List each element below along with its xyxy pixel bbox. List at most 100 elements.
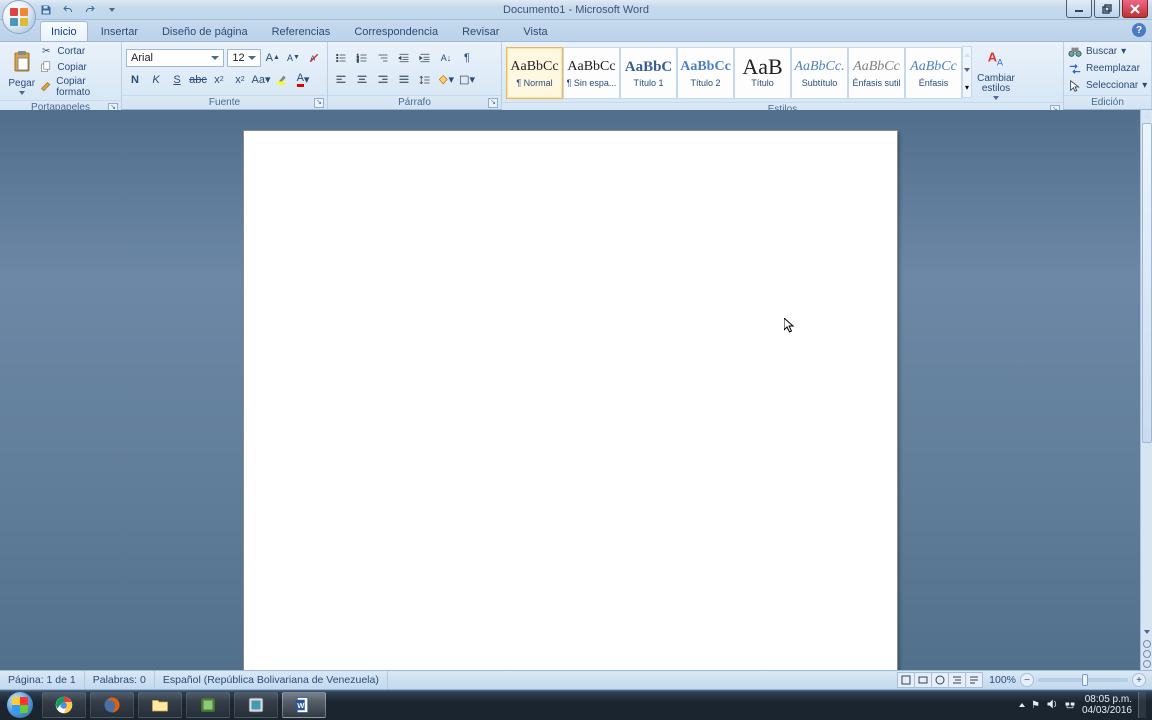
superscript-button[interactable]: x2 [231,71,249,89]
borders-button[interactable]: ▾ [458,71,476,89]
style-item-1[interactable]: AaBbCc¶ Sin espa... [563,47,620,99]
minimize-button[interactable] [1066,0,1092,18]
gallery-scroll[interactable]: ▾ [962,46,972,98]
paste-button[interactable]: Pegar [6,48,37,95]
show-marks-button[interactable]: ¶ [458,49,476,67]
strikethrough-button[interactable]: abc [189,71,207,89]
decrease-indent-button[interactable] [395,49,413,67]
scrollbar-thumb[interactable] [1142,123,1152,443]
find-button[interactable]: Buscar ▾ [1068,45,1147,59]
multilevel-list-button[interactable] [374,49,392,67]
align-right-button[interactable] [374,71,392,89]
maximize-button[interactable] [1094,0,1120,18]
format-painter-button[interactable]: Copiar formato [39,76,117,98]
change-styles-button[interactable]: AA Cambiar estilos [974,44,1018,100]
tab-correspondencia[interactable]: Correspondencia [343,21,449,41]
styles-gallery[interactable]: AaBbCc¶ NormalAaBbCc¶ Sin espa...AaBbCTí… [506,47,962,99]
zoom-slider-thumb[interactable] [1082,674,1088,686]
tray-flag-icon[interactable]: ⚑ [1031,700,1040,711]
copy-button[interactable]: Copiar [39,60,117,74]
align-center-button[interactable] [353,71,371,89]
help-icon[interactable]: ? [1132,23,1146,37]
prev-page-icon[interactable] [1143,640,1151,648]
sort-button[interactable]: A↓ [437,49,455,67]
change-case-button[interactable]: Aa▾ [252,71,270,89]
style-item-7[interactable]: AaBbCcÉnfasis [905,47,962,99]
view-draft-button[interactable] [965,672,983,688]
view-print-layout-button[interactable] [897,672,915,688]
font-size-combo[interactable]: 12 [227,49,261,67]
bullets-button[interactable] [332,49,350,67]
dialog-launcher-icon[interactable]: ↘ [314,98,324,108]
highlight-button[interactable] [273,71,291,89]
document-page[interactable] [243,130,898,690]
document-workspace [0,110,1152,670]
save-icon[interactable] [38,2,54,18]
status-words[interactable]: Palabras: 0 [85,671,155,689]
taskbar-chrome[interactable] [42,692,86,718]
style-item-3[interactable]: AaBbCcTítulo 2 [677,47,734,99]
style-item-2[interactable]: AaBbCTítulo 1 [620,47,677,99]
taskbar-word[interactable]: W [282,692,326,718]
replace-button[interactable]: Reemplazar [1068,62,1147,76]
svg-text:A: A [997,57,1004,67]
view-web-button[interactable] [931,672,949,688]
bold-button[interactable]: N [126,71,144,89]
tab-insertar[interactable]: Insertar [90,21,149,41]
view-fullscreen-button[interactable] [914,672,932,688]
browse-object-icon[interactable] [1143,650,1151,658]
numbering-button[interactable]: 123 [353,49,371,67]
font-color-button[interactable]: A▾ [294,71,312,89]
zoom-level[interactable]: 100% [989,674,1016,686]
office-button[interactable] [2,0,36,34]
shrink-font-button[interactable]: A▼ [285,49,303,67]
vertical-scrollbar[interactable] [1140,110,1152,670]
taskbar-app2[interactable] [234,692,278,718]
close-button[interactable] [1122,0,1148,18]
underline-button[interactable]: S [168,71,186,89]
show-desktop-button[interactable] [1138,692,1146,718]
status-page[interactable]: Página: 1 de 1 [0,671,85,689]
view-outline-button[interactable] [948,672,966,688]
increase-indent-button[interactable] [416,49,434,67]
align-left-button[interactable] [332,71,350,89]
grow-font-button[interactable]: A▲ [264,49,282,67]
cut-button[interactable]: ✂Cortar [39,44,117,58]
taskbar-app1[interactable] [186,692,230,718]
style-item-4[interactable]: AaBTítulo [734,47,791,99]
dialog-launcher-icon[interactable]: ↘ [488,98,498,108]
tray-volume-icon[interactable] [1046,698,1058,713]
redo-icon[interactable] [82,2,98,18]
tab-revisar[interactable]: Revisar [451,21,510,41]
style-item-0[interactable]: AaBbCc¶ Normal [506,47,563,99]
zoom-out-button[interactable]: − [1020,673,1034,687]
shading-button[interactable]: ▾ [437,71,455,89]
font-name-combo[interactable]: Arial [126,49,224,67]
tray-overflow-icon[interactable] [1019,703,1025,707]
select-button[interactable]: Seleccionar ▾ [1068,79,1147,93]
tab-diseno[interactable]: Diseño de página [151,21,259,41]
scroll-up-icon[interactable] [1141,110,1152,122]
undo-icon[interactable] [60,2,76,18]
next-page-icon[interactable] [1143,660,1151,668]
line-spacing-button[interactable] [416,71,434,89]
tab-vista[interactable]: Vista [512,21,558,41]
tab-referencias[interactable]: Referencias [261,21,342,41]
start-button[interactable] [0,690,40,720]
clear-formatting-button[interactable]: A [305,49,323,67]
zoom-slider[interactable] [1038,678,1128,682]
tray-clock[interactable]: 08:05 p.m. 04/03/2016 [1082,694,1132,716]
style-item-6[interactable]: AaBbCcÉnfasis sutil [848,47,905,99]
taskbar-explorer[interactable] [138,692,182,718]
subscript-button[interactable]: x2 [210,71,228,89]
status-language[interactable]: Español (República Bolivariana de Venezu… [155,671,388,689]
scroll-down-icon[interactable] [1141,626,1152,638]
justify-button[interactable] [395,71,413,89]
style-item-5[interactable]: AaBbCc.Subtítulo [791,47,848,99]
tray-network-icon[interactable] [1064,698,1076,713]
taskbar-firefox[interactable] [90,692,134,718]
qat-customize-icon[interactable] [104,2,120,18]
italic-button[interactable]: K [147,71,165,89]
tab-inicio[interactable]: Inicio [40,21,88,41]
zoom-in-button[interactable]: + [1132,673,1146,687]
